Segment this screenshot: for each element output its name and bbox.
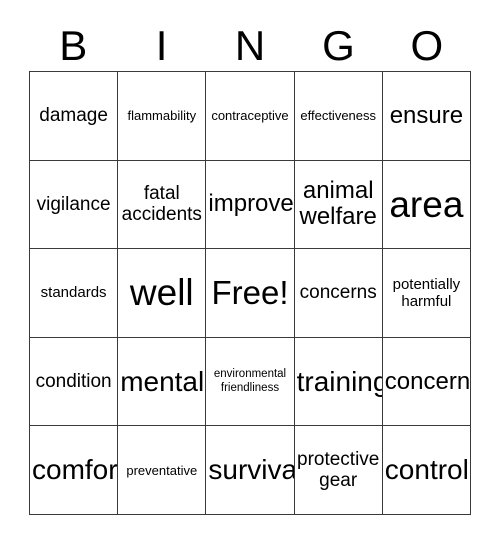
bingo-cell-b3[interactable]: standards	[30, 249, 119, 338]
bingo-header-letter-o: O	[410, 22, 444, 69]
bingo-cell-g4[interactable]: training	[294, 337, 383, 427]
bingo-cell-label: fatal accidents	[121, 183, 202, 226]
bingo-cell-label: vigilance	[36, 193, 111, 215]
bingo-cell-label: concern	[384, 367, 471, 395]
bingo-cell-label: area	[389, 183, 464, 225]
bingo-cell-label: mental	[120, 365, 205, 397]
bingo-cell-o1[interactable]: ensure	[382, 72, 471, 161]
bingo-header-letter-b: B	[59, 22, 88, 69]
bingo-cell-label: condition	[35, 370, 112, 392]
bingo-cell-o4[interactable]: concern	[382, 337, 471, 427]
bingo-cell-label: concerns	[299, 282, 377, 304]
bingo-cell-label: survival	[208, 454, 295, 486]
bingo-cell-label: training	[296, 365, 383, 397]
bingo-cell-label: ensure	[389, 101, 464, 129]
bingo-cell-label: comfort	[32, 454, 119, 486]
bingo-cell-g5[interactable]: protective gear	[294, 426, 383, 515]
bingo-cell-n5[interactable]: survival	[206, 426, 295, 515]
bingo-cell-i3[interactable]: well	[118, 249, 207, 338]
bingo-header-letter-i: I	[155, 22, 168, 69]
bingo-cell-label: flammability	[127, 108, 197, 124]
bingo-cell-label: animal welfare	[299, 177, 377, 231]
bingo-cell-o5[interactable]: control	[382, 426, 471, 515]
bingo-cell-i5[interactable]: preventative	[118, 426, 207, 515]
bingo-cell-b1[interactable]: damage	[30, 72, 119, 161]
bingo-cell-n1[interactable]: contraceptive	[206, 72, 295, 161]
bingo-header-letter-n: N	[234, 22, 266, 69]
bingo-cell-label: control	[384, 454, 469, 486]
bingo-cell-label: well	[129, 272, 194, 314]
bingo-cell-o2[interactable]: area	[382, 160, 471, 250]
bingo-cell-g1[interactable]: effectiveness	[294, 72, 383, 161]
bingo-cell-g3[interactable]: concerns	[294, 249, 383, 338]
bingo-free-space-label: Free!	[211, 273, 289, 311]
bingo-header-letter-g: G	[322, 22, 355, 69]
bingo-cell-i1[interactable]: flammability	[118, 72, 207, 161]
bingo-cell-label: effectiveness	[300, 108, 377, 124]
bingo-cell-label: preventative	[126, 462, 198, 478]
bingo-cell-i4[interactable]: mental	[118, 337, 207, 427]
bingo-cell-label: improve	[208, 190, 294, 218]
bingo-cell-o3[interactable]: potentially harmful	[382, 249, 471, 338]
bingo-grid: damage flammability contraceptive effect…	[29, 71, 471, 515]
bingo-cell-n4[interactable]: environmental friendliness	[206, 337, 295, 427]
bingo-cell-label: standards	[40, 284, 107, 302]
bingo-cell-label: contraceptive	[211, 108, 289, 124]
bingo-cell-label: environmental friendliness	[213, 368, 287, 394]
bingo-cell-b5[interactable]: comfort	[30, 426, 119, 515]
bingo-cell-free-space[interactable]: Free!	[206, 249, 295, 338]
bingo-cell-label: potentially harmful	[392, 275, 461, 310]
bingo-cell-b4[interactable]: condition	[30, 337, 119, 427]
bingo-header: B I N G O	[29, 18, 471, 68]
bingo-cell-label: protective gear	[297, 448, 380, 492]
bingo-card: B I N G O damage flammability contracept…	[0, 0, 500, 544]
bingo-cell-b2[interactable]: vigilance	[30, 160, 119, 250]
bingo-cell-i2[interactable]: fatal accidents	[118, 160, 207, 250]
bingo-cell-label: damage	[39, 105, 108, 127]
bingo-cell-g2[interactable]: animal welfare	[294, 160, 383, 250]
bingo-cell-n2[interactable]: improve	[206, 160, 295, 250]
